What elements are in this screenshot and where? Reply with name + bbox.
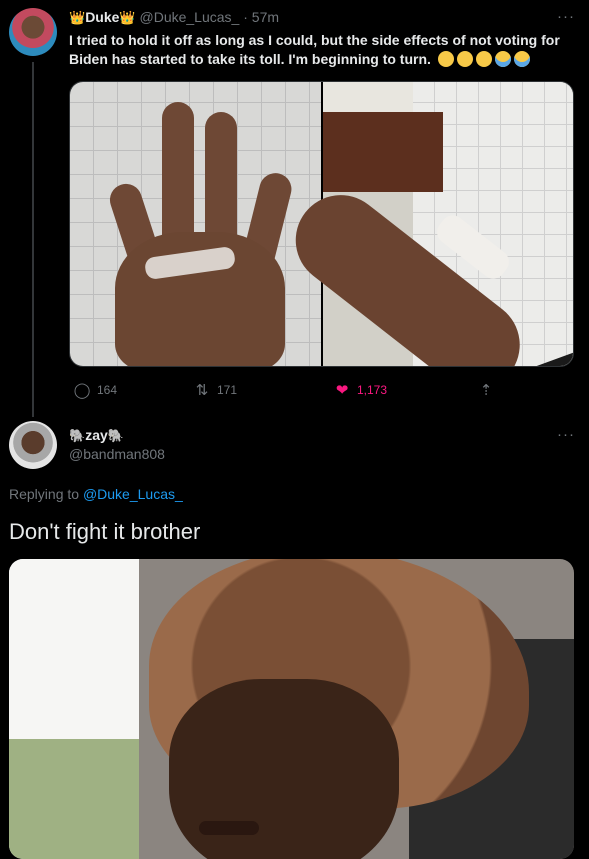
more-options-icon[interactable]: ··· (557, 426, 575, 443)
replying-to-link[interactable]: @Duke_Lucas_ (83, 486, 183, 502)
more-options-icon[interactable]: ··· (557, 8, 575, 25)
reply-author-avatar[interactable] (9, 421, 57, 469)
crown-emoji-icon: 👑 (69, 10, 86, 25)
reply-author-name[interactable]: zay (85, 427, 108, 443)
retweet-count: 171 (217, 383, 238, 397)
man-with-wig-photo[interactable] (9, 559, 574, 859)
share-button[interactable]: ⇡ (477, 381, 501, 399)
arm-with-cream-photo[interactable] (277, 82, 573, 366)
reply-icon: ◯ (73, 382, 91, 399)
replying-to-line: Replying to @Duke_Lucas_ (9, 486, 183, 502)
hand-with-cream-photo[interactable] (70, 82, 321, 366)
elephant-emoji-icon: 🐘 (69, 428, 86, 443)
pensive-face-icon (456, 51, 473, 67)
replying-to-prefix: Replying to (9, 486, 83, 502)
elephant-emoji-icon: 🐘 (107, 428, 124, 443)
crying-face-icon (513, 51, 530, 67)
author-avatar[interactable] (9, 8, 57, 56)
reply-button[interactable]: ◯ 164 (73, 381, 117, 399)
crying-face-icon (494, 51, 511, 67)
shelf-shape (323, 112, 443, 192)
reply-author-name-row[interactable]: 🐘zay🐘 (69, 427, 124, 444)
heart-icon: ❤ (335, 382, 349, 399)
thread-connector-line (32, 62, 34, 417)
author-handle[interactable]: @Duke_Lucas_ (140, 9, 240, 25)
reply-count: 164 (97, 383, 118, 397)
tweet-timestamp[interactable]: 57m (252, 9, 279, 25)
reply-text: Don't fight it brother (9, 519, 201, 544)
retweet-button[interactable]: ⇅ 171 (193, 381, 237, 399)
share-icon: ⇡ (479, 382, 493, 399)
pensive-face-icon (437, 51, 454, 67)
crown-emoji-icon: 👑 (119, 10, 136, 25)
like-button[interactable]: ❤ 1,173 (333, 381, 387, 399)
reply-author-handle[interactable]: @bandman808 (69, 446, 165, 462)
tweet-header: 👑Duke👑 @Duke_Lucas_ · 57m (69, 8, 279, 26)
author-name[interactable]: Duke (85, 9, 119, 25)
car-window-shape (9, 559, 139, 859)
tweet-media-grid[interactable] (69, 81, 574, 367)
like-count: 1,173 (357, 383, 388, 397)
separator-dot: · (243, 9, 248, 25)
tweet-text: I tried to hold it off as long as I coul… (69, 31, 574, 69)
retweet-icon: ⇅ (195, 382, 209, 399)
pensive-face-icon (475, 51, 492, 67)
mouth-shape (199, 821, 259, 835)
